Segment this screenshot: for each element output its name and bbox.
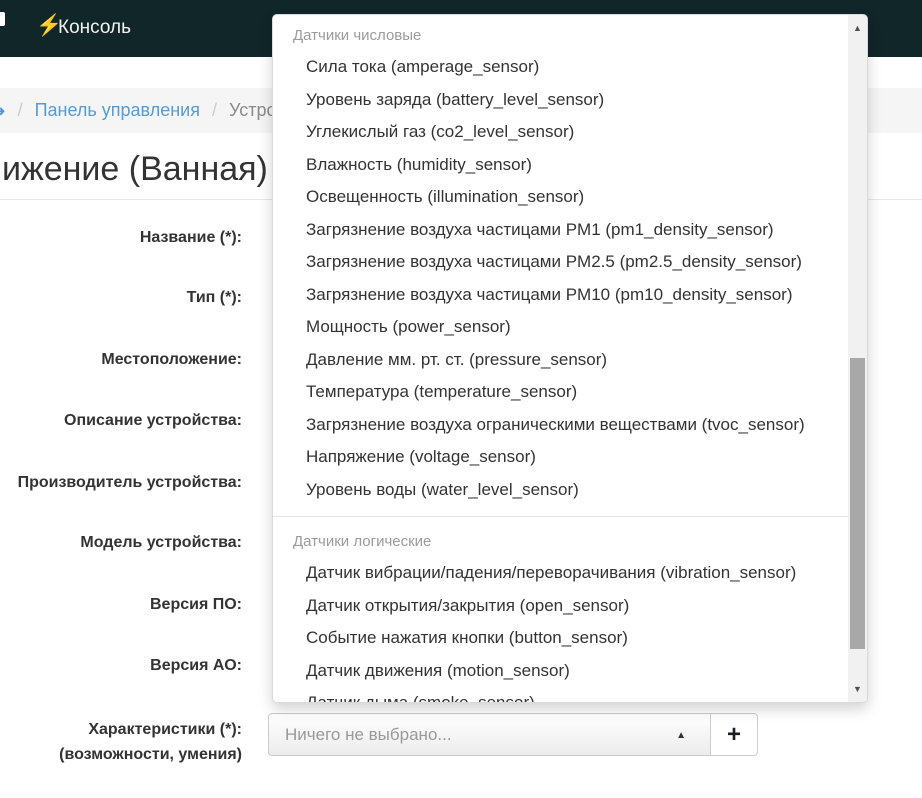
dropdown-item-open[interactable]: Датчик открытия/закрытия (open_sensor) (273, 590, 867, 623)
navbar-brand-console[interactable]: Консоль (58, 17, 131, 39)
characteristics-dropdown-menu: Датчики числовые Сила тока (amperage_sen… (272, 14, 868, 703)
dropdown-scrollbar[interactable]: ▲ ▼ (848, 15, 867, 702)
dropdown-item-humidity[interactable]: Влажность (humidity_sensor) (273, 149, 867, 182)
dropdown-item-pm25-density[interactable]: Загрязнение воздуха частицами PM2.5 (pm2… (273, 246, 867, 279)
scrollbar-up-icon[interactable]: ▲ (848, 23, 867, 33)
scrollbar-thumb[interactable] (850, 358, 865, 649)
dropdown-item-illumination[interactable]: Освещенность (illumination_sensor) (273, 181, 867, 214)
label-type: Тип (*): (186, 289, 242, 306)
dropdown-item-tvoc[interactable]: Загрязнение воздуха ограническими вещест… (273, 409, 867, 442)
dropdown-item-pressure[interactable]: Давление мм. рт. ст. (pressure_sensor) (273, 344, 867, 377)
dropdown-item-motion[interactable]: Датчик движения (motion_sensor) (273, 655, 867, 688)
caret-up-icon: ▲ (676, 730, 686, 741)
label-manufacturer: Производитель устройства: (17, 474, 242, 491)
dropdown-item-power[interactable]: Мощность (power_sensor) (273, 311, 867, 344)
dropdown-group-header: Датчики числовые (293, 27, 422, 44)
label-sw-version: Версия ПО: (149, 596, 242, 613)
breadcrumb-arrow-icon[interactable]: ➜ (0, 102, 6, 120)
clipped-logo-icon (0, 12, 5, 26)
select-placeholder: Ничего не выбрано... (285, 725, 452, 744)
breadcrumb-link-control-panel[interactable]: Панель управления (35, 100, 200, 121)
dropdown-item-temperature[interactable]: Температура (temperature_sensor) (273, 376, 867, 409)
label-name: Название (*): (139, 229, 242, 246)
dropdown-group-divider (273, 516, 867, 517)
label-model: Модель устройства: (80, 534, 242, 551)
label-hw-version: Версия АО: (150, 657, 242, 674)
label-description: Описание устройства: (64, 412, 242, 429)
add-characteristic-button[interactable]: + (710, 713, 758, 756)
dropdown-item-button[interactable]: Событие нажатия кнопки (button_sensor) (273, 622, 867, 655)
dropdown-item-smoke[interactable]: Датчик дыма (smoke_sensor) (273, 687, 867, 702)
label-characteristics-line1: Характеристики (*): (88, 721, 242, 738)
dropdown-item-battery-level[interactable]: Уровень заряда (battery_level_sensor) (273, 84, 867, 117)
label-characteristics: Характеристики (*): (возможности, умения… (0, 717, 242, 767)
label-location: Местоположение: (101, 351, 242, 368)
label-characteristics-line2: (возможности, умения) (59, 746, 242, 763)
characteristics-select-button[interactable]: Ничего не выбрано... ▲ (268, 713, 711, 756)
dropdown-group-header: Датчики логические (293, 533, 432, 550)
dropdown-item-water-level[interactable]: Уровень воды (water_level_sensor) (273, 474, 867, 507)
breadcrumb-separator: / (211, 100, 217, 120)
plus-icon: + (726, 720, 741, 748)
scrollbar-down-icon[interactable]: ▼ (848, 684, 867, 694)
dropdown-item-pm1-density[interactable]: Загрязнение воздуха частицами PM1 (pm1_d… (273, 214, 867, 247)
dropdown-item-vibration[interactable]: Датчик вибрации/падения/переворачивания … (273, 557, 867, 590)
dropdown-item-pm10-density[interactable]: Загрязнение воздуха частицами PM10 (pm10… (273, 279, 867, 312)
dropdown-item-co2-level[interactable]: Углекислый газ (co2_level_sensor) (273, 116, 867, 149)
breadcrumb-separator: / (17, 100, 23, 120)
page-title: ижение (Ванная) (2, 150, 268, 188)
dropdown-item-voltage[interactable]: Напряжение (voltage_sensor) (273, 441, 867, 474)
dropdown-item-amperage[interactable]: Сила тока (amperage_sensor) (273, 51, 867, 84)
characteristics-select-row: Ничего не выбрано... ▲ + (268, 713, 758, 756)
